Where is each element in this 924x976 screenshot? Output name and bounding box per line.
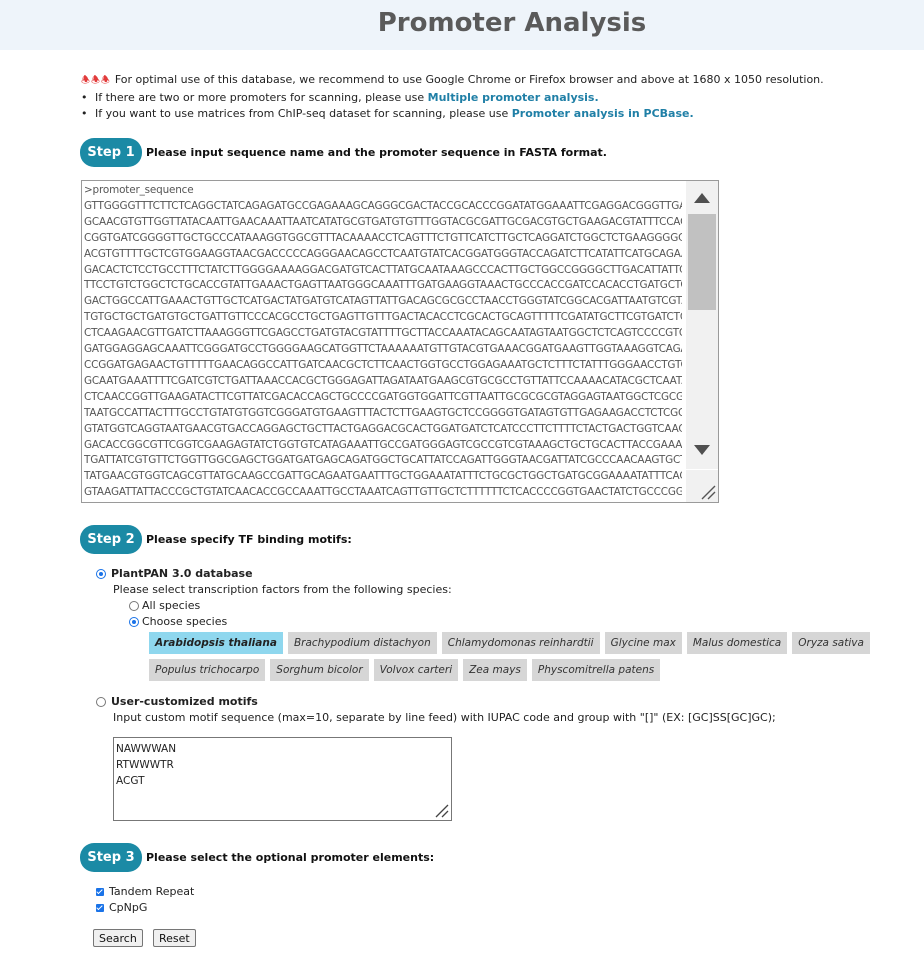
all-species-option[interactable]: All species — [129, 599, 200, 612]
species-chip[interactable]: Arabidopsis thaliana — [149, 632, 283, 654]
resize-grip-icon[interactable] — [686, 470, 718, 502]
plantpan-option[interactable]: PlantPAN 3.0 database — [96, 567, 253, 580]
multi-promoter-notice: • If there are two or more promoters for … — [81, 90, 824, 107]
step2-label: Please specify TF binding motifs: — [146, 533, 352, 546]
browser-notice: 🕭🕭🕭 For optimal use of this database, we … — [81, 73, 824, 86]
species-prompt: Please select transcription factors from… — [113, 583, 452, 596]
reset-button[interactable]: Reset — [153, 929, 196, 947]
step1-label: Please input sequence name and the promo… — [146, 146, 607, 159]
tandem-repeat-option[interactable]: Tandem Repeat — [96, 885, 194, 898]
species-chip[interactable]: Physcomitrella patens — [531, 659, 661, 681]
custom-motif-option[interactable]: User-customized motifs — [96, 695, 258, 708]
sequence-text[interactable]: >promoter_sequence GTTGGGGTTTCTTCTCAGGCT… — [82, 181, 682, 501]
step2-badge: Step 2 — [80, 525, 142, 554]
species-row-2: Populus trichocarpo Sorghum bicolor Volv… — [149, 659, 665, 681]
sequence-scrollbar[interactable] — [686, 181, 718, 469]
choose-species-radio[interactable] — [129, 617, 139, 627]
custom-motif-hint: Input custom motif sequence (max=10, sep… — [113, 711, 776, 724]
tandem-repeat-checkbox[interactable] — [96, 888, 104, 896]
search-button[interactable]: Search — [93, 929, 143, 947]
step3-label: Please select the optional promoter elem… — [146, 851, 435, 864]
custom-motif-text[interactable]: NAWWWAN RTWWWTR ACGT — [114, 738, 451, 789]
sequence-textarea[interactable]: >promoter_sequence GTTGGGGTTTCTTCTCAGGCT… — [81, 180, 719, 503]
species-chip[interactable]: Oryza sativa — [792, 632, 870, 654]
scroll-thumb[interactable] — [688, 214, 716, 310]
scroll-down-icon[interactable] — [694, 445, 710, 455]
species-chip[interactable]: Brachypodium distachyon — [287, 632, 437, 654]
all-species-radio[interactable] — [129, 601, 139, 611]
notice-list: 🕭🕭🕭 For optimal use of this database, we … — [81, 72, 824, 123]
page-header: Promoter Analysis — [0, 0, 924, 50]
cpnpg-checkbox[interactable] — [96, 904, 104, 912]
cpnpg-option[interactable]: CpNpG — [96, 901, 147, 914]
species-row-1: Arabidopsis thaliana Brachypodium distac… — [149, 632, 875, 654]
step2-header: Step 2 Please specify TF binding motifs: — [80, 525, 352, 554]
species-chip[interactable]: Sorghum bicolor — [270, 659, 369, 681]
step3-badge: Step 3 — [80, 843, 142, 872]
resize-grip-icon[interactable] — [433, 802, 449, 818]
species-chip[interactable]: Zea mays — [463, 659, 527, 681]
bullet-icon: • — [81, 107, 88, 120]
species-chip[interactable]: Populus trichocarpo — [149, 659, 266, 681]
scroll-up-icon[interactable] — [694, 193, 710, 203]
multiple-promoter-link[interactable]: Multiple promoter analysis. — [428, 91, 599, 104]
species-chip[interactable]: Volvox carteri — [373, 659, 459, 681]
step3-header: Step 3 Please select the optional promot… — [80, 843, 434, 872]
species-chip[interactable]: Chlamydomonas reinhardtii — [441, 632, 600, 654]
choose-species-option[interactable]: Choose species — [129, 615, 227, 628]
species-chip[interactable]: Glycine max — [604, 632, 682, 654]
step1-header: Step 1 Please input sequence name and th… — [80, 138, 607, 167]
step1-badge: Step 1 — [80, 138, 142, 167]
custom-motif-textarea[interactable]: NAWWWAN RTWWWTR ACGT — [113, 737, 452, 821]
plantpan-radio[interactable] — [96, 569, 106, 579]
page-title: Promoter Analysis — [377, 8, 647, 38]
bullet-icon: • — [81, 90, 88, 104]
custom-motif-radio[interactable] — [96, 697, 106, 707]
pcbase-link[interactable]: Promoter analysis in PCBase. — [512, 107, 694, 120]
species-chip[interactable]: Malus domestica — [686, 632, 788, 654]
chip-seq-notice: • If you want to use matrices from ChIP-s… — [81, 106, 824, 123]
warning-icon: 🕭🕭🕭 — [81, 75, 111, 86]
